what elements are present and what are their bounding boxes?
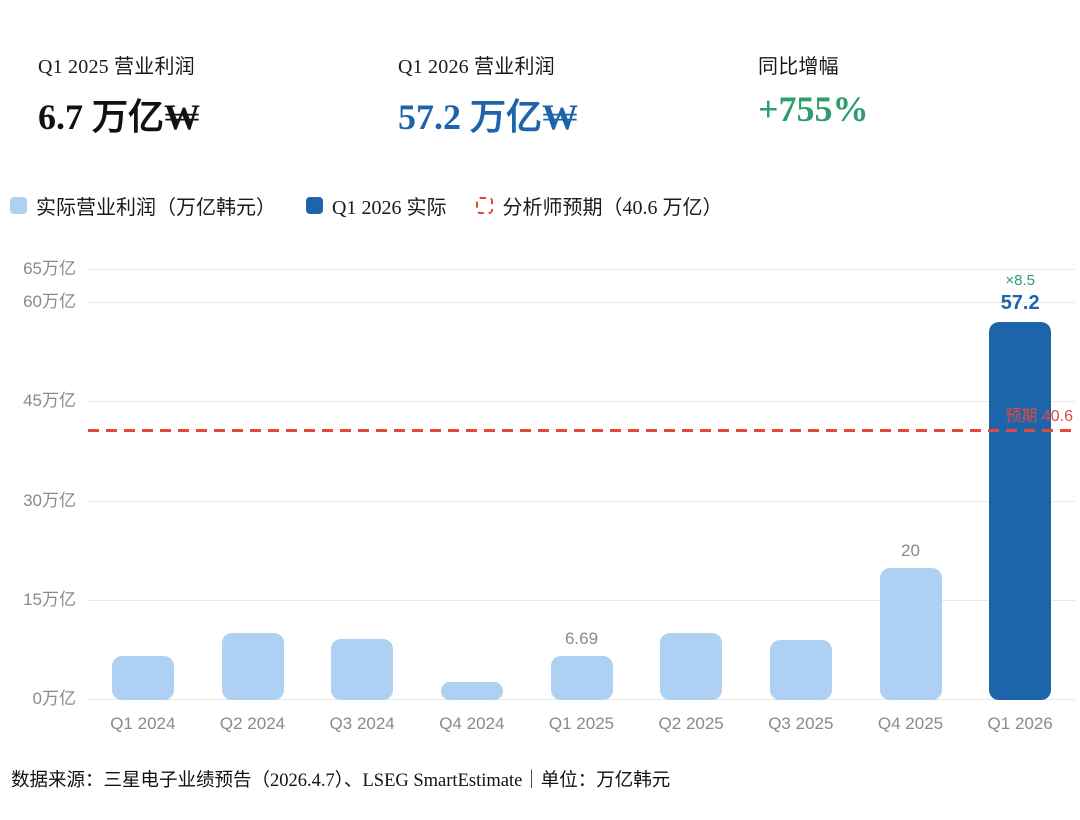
- y-axis-tick-label: 45万亿: [23, 386, 76, 411]
- analyst-estimate-label: 预期 40.6: [1005, 402, 1073, 426]
- x-axis-category-label: Q1 2026: [988, 714, 1053, 734]
- plot-area: 0万亿15万亿30万亿45万亿60万亿65万亿Q1 2024Q2 2024Q3 …: [88, 245, 1075, 700]
- gridline: [88, 401, 1075, 402]
- y-axis-tick-label: 0万亿: [33, 684, 76, 709]
- chart-legend: 实际营业利润（万亿韩元） Q1 2026 实际 分析师预期（40.6 万亿）: [10, 191, 722, 220]
- bar: [551, 656, 613, 700]
- x-axis-category-label: Q1 2025: [549, 714, 614, 734]
- bar-value-annotation: 6.69: [565, 629, 598, 649]
- legend-swatch-dashed-icon: [476, 197, 493, 214]
- kpi-q1-2026: Q1 2026 营业利润 57.2 万亿₩: [398, 50, 758, 140]
- kpi-label: 同比增幅: [758, 50, 1080, 79]
- x-axis-category-label: Q4 2025: [878, 714, 943, 734]
- bar: [222, 633, 284, 700]
- kpi-value: 6.7 万亿₩: [38, 88, 398, 140]
- kpi-header: Q1 2025 营业利润 6.7 万亿₩ Q1 2026 营业利润 57.2 万…: [38, 50, 1080, 140]
- x-axis-category-label: Q4 2024: [439, 714, 504, 734]
- x-axis-category-label: Q3 2025: [768, 714, 833, 734]
- bar: [989, 322, 1051, 700]
- bar: [660, 633, 722, 700]
- kpi-value: +755%: [758, 88, 1080, 130]
- bar-value-annotation: 20: [901, 541, 920, 561]
- legend-label: Q1 2026 实际: [332, 191, 446, 220]
- legend-swatch-dark-blue-icon: [306, 197, 323, 214]
- y-axis-tick-label: 30万亿: [23, 486, 76, 511]
- bar: [880, 568, 942, 700]
- gridline: [88, 269, 1075, 270]
- x-axis-category-label: Q2 2025: [659, 714, 724, 734]
- multiplier-annotation: ×8.5: [1001, 272, 1040, 289]
- kpi-value: 57.2 万亿₩: [398, 88, 758, 140]
- y-axis-tick-label: 15万亿: [23, 585, 76, 610]
- x-axis-category-label: Q2 2024: [220, 714, 285, 734]
- annotation-value: 20: [901, 541, 920, 561]
- legend-label: 实际营业利润（万亿韩元）: [36, 191, 276, 220]
- legend-swatch-light-blue-icon: [10, 197, 27, 214]
- gridline: [88, 501, 1075, 502]
- annotation-value: 6.69: [565, 629, 598, 649]
- legend-item-actual: 实际营业利润（万亿韩元）: [10, 191, 276, 220]
- kpi-q1-2025: Q1 2025 营业利润 6.7 万亿₩: [38, 50, 398, 140]
- annotation-value: 57.2: [1001, 292, 1040, 315]
- x-axis-category-label: Q1 2024: [110, 714, 175, 734]
- source-footnote: 数据来源：三星电子业绩预告（2026.4.7）、LSEG SmartEstima…: [11, 766, 670, 792]
- legend-label: 分析师预期（40.6 万亿）: [502, 191, 722, 220]
- y-axis-tick-label: 65万亿: [23, 254, 76, 279]
- y-axis-tick-label: 60万亿: [23, 287, 76, 312]
- bar: [441, 682, 503, 700]
- bar: [112, 656, 174, 700]
- legend-item-q1-2026: Q1 2026 实际: [306, 191, 446, 220]
- kpi-yoy-growth: 同比增幅 +755%: [758, 50, 1080, 140]
- kpi-label: Q1 2025 营业利润: [38, 50, 398, 79]
- legend-item-analyst-estimate: 分析师预期（40.6 万亿）: [476, 191, 722, 220]
- gridline: [88, 302, 1075, 303]
- x-axis-category-label: Q3 2024: [330, 714, 395, 734]
- kpi-label: Q1 2026 营业利润: [398, 50, 758, 79]
- bar-value-annotation: ×8.5 57.2: [1001, 272, 1040, 315]
- bar: [770, 640, 832, 700]
- analyst-estimate-line: [88, 429, 1075, 432]
- bar: [331, 639, 393, 700]
